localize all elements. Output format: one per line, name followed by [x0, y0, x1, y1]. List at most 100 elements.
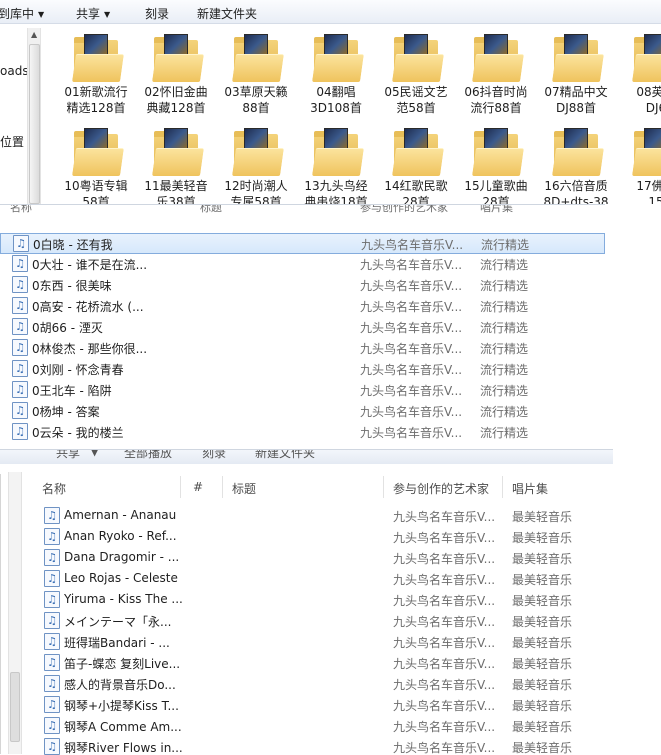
folder-icon — [312, 128, 364, 176]
folder-item[interactable]: 03草原天籁 88首 — [216, 30, 296, 116]
column-divider[interactable] — [180, 476, 181, 498]
table-row[interactable]: ♫ 0林俊杰 - 那些你很... 九头鸟名车音乐V... 流行精选 — [0, 338, 605, 359]
folder-label: 07精品中文 DJ88首 — [544, 85, 608, 115]
folder-item[interactable]: 17佛音 15 — [616, 124, 661, 204]
column-header-artist[interactable]: 参与创作的艺术家 — [360, 205, 448, 215]
table-row[interactable]: ♫ 钢琴A Comme Am... 九头鸟名车音乐V... 最美轻音乐 — [0, 716, 613, 737]
nav-item-downloads[interactable]: oads — [0, 64, 29, 78]
column-divider[interactable] — [222, 476, 223, 498]
library-menu-button[interactable]: 到库中 ▼ — [0, 5, 44, 22]
scrollbar-thumb[interactable] — [29, 44, 40, 204]
song-artist: 九头鸟名车音乐V... — [393, 657, 496, 671]
folder-view-panel: 到库中 ▼ 共享 ▼ 刻录 新建文件夹 oads 位置 ▲ 01新歌流行 精选128… — [0, 0, 661, 204]
table-row[interactable]: ♫ Amernan - Ananau 九头鸟名车音乐V... 最美轻音乐 — [0, 506, 613, 527]
column-header-name[interactable]: 名称 — [10, 205, 32, 215]
song-name: 感人的背景音乐Do... — [64, 678, 176, 692]
song-name: 班得瑞Bandari - ... — [64, 636, 170, 650]
audio-file-icon: ♫ — [12, 402, 28, 419]
burn-button[interactable]: 刻录 — [202, 450, 226, 461]
folder-item[interactable]: 15儿童歌曲 28首 — [456, 124, 536, 204]
share-menu-button[interactable]: 共享 ▼ — [76, 5, 110, 22]
folder-label: 14红歌民歌 28首 — [384, 179, 448, 204]
nav-scrollbar[interactable]: ▲ — [27, 28, 41, 204]
column-header-album[interactable]: 唱片集 — [512, 480, 548, 497]
song-name: 0云朵 - 我的楼兰 — [32, 426, 124, 440]
column-header-album[interactable]: 唱片集 — [480, 205, 513, 215]
explorer-toolbar-partial: 共享 ▼ 全部播放 刻录 新建文件夹 — [0, 450, 613, 464]
song-album: 最美轻音乐 — [512, 678, 573, 692]
audio-file-icon: ♫ — [44, 528, 60, 545]
burn-button[interactable]: 刻录 — [145, 5, 169, 22]
column-header-title[interactable]: 标题 — [232, 480, 256, 497]
table-row[interactable]: ♫ 0白晓 - 还有我 九头鸟名车音乐V... 流行精选 — [0, 233, 605, 254]
song-name: Anan Ryoko - Ref... — [64, 529, 177, 543]
table-row[interactable]: ♫ 0杨坤 - 答案 九头鸟名车音乐V... 流行精选 — [0, 401, 605, 422]
song-name: 钢琴River Flows in... — [64, 741, 183, 755]
play-all-button[interactable]: 全部播放 — [124, 450, 172, 461]
table-row[interactable]: ♫ 0刘刚 - 怀念青春 九头鸟名车音乐V... 流行精选 — [0, 359, 605, 380]
dropdown-arrow-icon: ▼ — [38, 10, 45, 19]
column-divider[interactable] — [502, 476, 503, 498]
table-row[interactable]: ♫ 班得瑞Bandari - ... 九头鸟名车音乐V... 最美轻音乐 — [0, 632, 613, 653]
table-row[interactable]: ♫ 0东西 - 很美味 九头鸟名车音乐V... 流行精选 — [0, 275, 605, 296]
nav-item-places[interactable]: 位置 — [0, 133, 24, 150]
folder-item[interactable]: 16六倍音质 8D+dts-38 — [536, 124, 616, 204]
song-album: 最美轻音乐 — [512, 573, 573, 587]
table-row[interactable]: ♫ Leo Rojas - Celeste 九头鸟名车音乐V... 最美轻音乐 — [0, 569, 613, 590]
new-folder-button[interactable]: 新建文件夹 — [255, 450, 315, 461]
table-row[interactable]: ♫ 0王北车 - 陷阱 九头鸟名车音乐V... 流行精选 — [0, 380, 605, 401]
folder-label: 12时尚潮人 专属58首 — [224, 179, 288, 204]
scroll-up-arrow-icon[interactable]: ▲ — [31, 30, 37, 39]
song-album: 流行精选 — [480, 342, 529, 356]
folder-item[interactable]: 01新歌流行 精选128首 — [56, 30, 136, 116]
audio-file-icon: ♫ — [44, 570, 60, 587]
song-album: 最美轻音乐 — [512, 636, 573, 650]
table-row[interactable]: ♫ 钢琴River Flows in... 九头鸟名车音乐V... 最美轻音乐 — [0, 737, 613, 755]
column-header-number[interactable]: # — [193, 480, 203, 494]
column-header-artist[interactable]: 参与创作的艺术家 — [393, 480, 489, 497]
folder-item[interactable]: 07精品中文 DJ88首 — [536, 30, 616, 116]
table-row[interactable]: ♫ 0胡66 - 湮灭 九头鸟名车音乐V... 流行精选 — [0, 317, 605, 338]
table-row[interactable]: ♫ Yiruma - Kiss The ... 九头鸟名车音乐V... 最美轻音乐 — [0, 590, 613, 611]
share-menu-button[interactable]: 共享 — [56, 450, 80, 461]
table-row[interactable]: ♫ 钢琴+小提琴Kiss T... 九头鸟名车音乐V... 最美轻音乐 — [0, 695, 613, 716]
song-artist: 九头鸟名车音乐V... — [393, 678, 496, 692]
audio-file-icon: ♫ — [12, 339, 28, 356]
column-header-name[interactable]: 名称 — [42, 480, 66, 497]
folder-item[interactable]: 04翻唱 3D108首 — [296, 30, 376, 116]
table-row[interactable]: ♫ Dana Dragomir - ... 九头鸟名车音乐V... 最美轻音乐 — [0, 548, 613, 569]
song-name: Leo Rojas - Celeste — [64, 571, 178, 585]
dropdown-arrow-icon[interactable]: ▼ — [90, 450, 99, 458]
song-artist: 九头鸟名车音乐V... — [360, 384, 463, 398]
folder-item[interactable]: 13九头鸟经 典串烧18首 — [296, 124, 376, 204]
folder-item[interactable]: 11最美轻音 乐38首 — [136, 124, 216, 204]
song-artist: 九头鸟名车音乐V... — [360, 342, 463, 356]
song-artist: 九头鸟名车音乐V... — [361, 238, 464, 252]
folder-icon — [152, 128, 204, 176]
audio-file-icon: ♫ — [44, 633, 60, 650]
folder-icon — [552, 34, 604, 82]
song-artist: 九头鸟名车音乐V... — [360, 279, 463, 293]
folder-item[interactable]: 08英文 DJ6 — [616, 30, 661, 116]
table-row[interactable]: ♫ 笛子-蝶恋 复刻Live... 九头鸟名车音乐V... 最美轻音乐 — [0, 653, 613, 674]
table-row[interactable]: ♫ 0云朵 - 我的楼兰 九头鸟名车音乐V... 流行精选 — [0, 422, 605, 443]
column-divider[interactable] — [383, 476, 384, 498]
table-row[interactable]: ♫ Anan Ryoko - Ref... 九头鸟名车音乐V... 最美轻音乐 — [0, 527, 613, 548]
song-name: 钢琴+小提琴Kiss T... — [64, 699, 179, 713]
table-row[interactable]: ♫ メインテーマ「永... 九头鸟名车音乐V... 最美轻音乐 — [0, 611, 613, 632]
audio-file-icon: ♫ — [44, 717, 60, 734]
folder-item[interactable]: 14红歌民歌 28首 — [376, 124, 456, 204]
table-row[interactable]: ♫ 0大壮 - 谁不是在流... 九头鸟名车音乐V... 流行精选 — [0, 254, 605, 275]
folder-item[interactable]: 06抖音时尚 流行88首 — [456, 30, 536, 116]
table-row[interactable]: ♫ 感人的背景音乐Do... 九头鸟名车音乐V... 最美轻音乐 — [0, 674, 613, 695]
folder-item[interactable]: 12时尚潮人 专属58首 — [216, 124, 296, 204]
new-folder-button[interactable]: 新建文件夹 — [197, 5, 257, 22]
song-album: 流行精选 — [480, 258, 529, 272]
folder-item[interactable]: 10粤语专辑 58首 — [56, 124, 136, 204]
column-header-title[interactable]: 标题 — [200, 205, 222, 215]
table-row[interactable]: ♫ 0高安 - 花桥流水 (... 九头鸟名车音乐V... 流行精选 — [0, 296, 605, 317]
folder-item[interactable]: 05民谣文艺 范58首 — [376, 30, 456, 116]
folder-label: 15儿童歌曲 28首 — [464, 179, 528, 204]
song-name: 钢琴A Comme Am... — [64, 720, 182, 734]
folder-item[interactable]: 02怀旧金曲 典藏128首 — [136, 30, 216, 116]
